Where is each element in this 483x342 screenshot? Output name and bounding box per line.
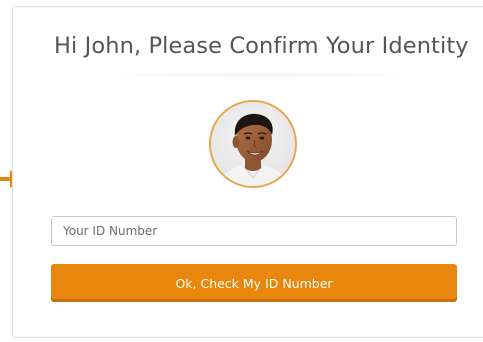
avatar bbox=[209, 100, 297, 188]
id-number-input[interactable] bbox=[51, 216, 457, 246]
page: Hi John, Please Confirm Your Identity Yo… bbox=[0, 0, 483, 342]
user-photo-icon bbox=[211, 102, 295, 186]
check-id-button[interactable]: Ok, Check My ID Number bbox=[51, 264, 457, 302]
page-title: Hi John, Please Confirm Your Identity bbox=[54, 33, 469, 59]
title-divider bbox=[80, 72, 440, 78]
